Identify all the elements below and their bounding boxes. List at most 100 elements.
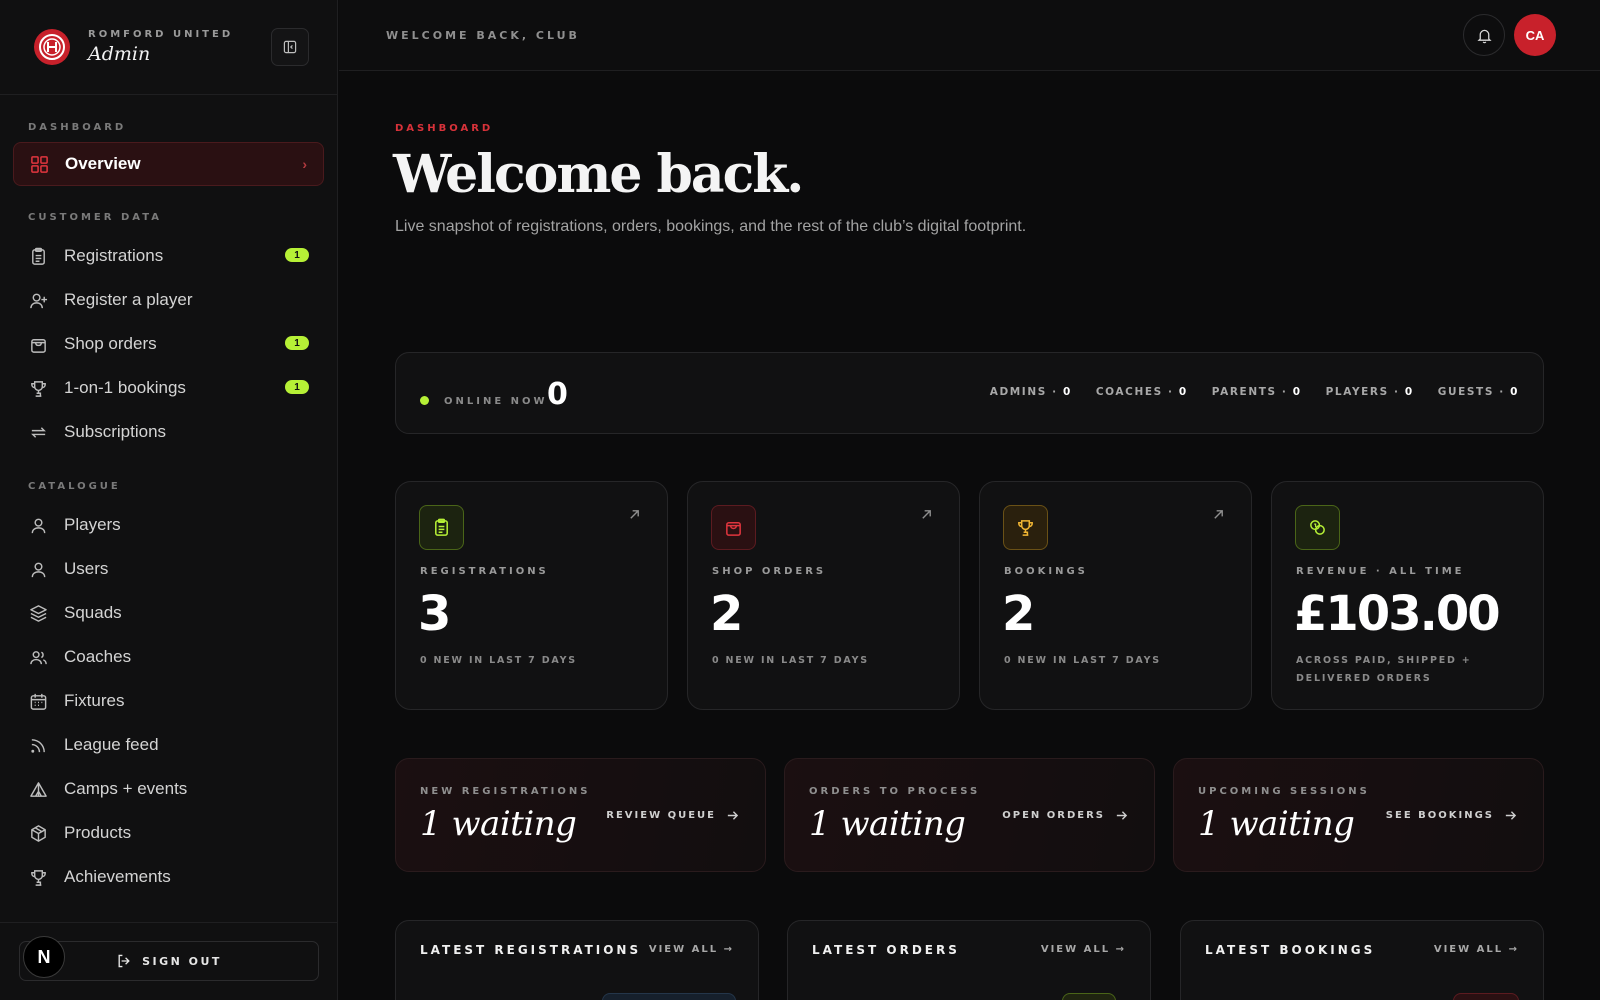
sidebar-item-bookings[interactable]: 1-on-1 bookings 1 [0, 366, 337, 410]
action-label: UPCOMING SESSIONS [1198, 786, 1370, 797]
stat-label: BOOKINGS [1004, 566, 1088, 577]
action-label: NEW REGISTRATIONS [420, 786, 591, 797]
section-label-catalogue: CATALOGUE [28, 481, 121, 492]
status-badge [1453, 993, 1519, 1000]
sidebar-item-label: Products [64, 823, 132, 842]
action-value: 1 waiting [809, 804, 966, 844]
user-icon [28, 515, 48, 535]
view-all-link[interactable]: VIEW ALL → [649, 944, 734, 955]
sign-out-icon [118, 954, 130, 968]
topbar-greeting: WELCOME BACK, CLUB [386, 29, 580, 42]
status-badge [1062, 993, 1116, 1000]
stat-label: SHOP ORDERS [712, 566, 827, 577]
sidebar-item-players[interactable]: Players [0, 503, 337, 547]
stat-value: £103.00 [1294, 586, 1501, 642]
see-bookings-link[interactable]: SEE BOOKINGS [1386, 809, 1517, 822]
n-avatar-badge[interactable]: N [23, 936, 65, 978]
section-label-customer-data: CUSTOMER DATA [28, 212, 162, 223]
sidebar-item-label: 1-on-1 bookings [64, 378, 186, 397]
sidebar-item-users[interactable]: Users [0, 547, 337, 591]
user-avatar[interactable]: CA [1514, 14, 1556, 56]
sidebar-item-squads[interactable]: Squads [0, 591, 337, 635]
club-crest-logo [34, 29, 70, 65]
club-name: ROMFORD UNITED [88, 29, 234, 40]
latest-registrations-card: LATEST REGISTRATIONS VIEW ALL → [395, 920, 759, 1000]
list-title: LATEST BOOKINGS [1205, 943, 1376, 957]
chevron-right-icon: › [302, 156, 307, 172]
arrow-up-right-icon [920, 508, 933, 526]
notifications-button[interactable] [1463, 14, 1505, 56]
stat-card-registrations[interactable]: REGISTRATIONS 3 0 NEW IN LAST 7 DAYS [395, 481, 668, 710]
grid-icon [29, 154, 49, 174]
sidebar-item-league-feed[interactable]: League feed [0, 723, 337, 767]
topbar: WELCOME BACK, CLUB CA [339, 0, 1600, 71]
rss-icon [28, 735, 48, 755]
coins-icon [1295, 505, 1340, 550]
count-badge: 1 [285, 336, 309, 350]
user-plus-icon [28, 290, 48, 310]
sidebar-item-label: League feed [64, 735, 159, 754]
list-title: LATEST REGISTRATIONS [420, 943, 642, 957]
role-count-players: PLAYERS · 0 [1325, 386, 1414, 398]
count-badge: 1 [285, 248, 309, 262]
collapse-sidebar-button[interactable] [271, 28, 309, 66]
brand-title: Admin [88, 43, 151, 65]
action-card-upcoming-sessions[interactable]: UPCOMING SESSIONS 1 waiting SEE BOOKINGS [1173, 758, 1544, 872]
user-icon [28, 559, 48, 579]
role-count-admins: ADMINS · 0 [989, 386, 1072, 398]
sidebar-item-camps-events[interactable]: Camps + events [0, 767, 337, 811]
sidebar-item-label: Overview [65, 154, 141, 173]
latest-orders-card: LATEST ORDERS VIEW ALL → [787, 920, 1151, 1000]
sidebar-item-label: Coaches [64, 647, 132, 666]
sidebar-item-label: Subscriptions [64, 422, 167, 441]
action-label: ORDERS TO PROCESS [809, 786, 981, 797]
trophy-icon [28, 378, 48, 398]
shopping-bag-icon [28, 334, 48, 354]
page-subtitle: Live snapshot of registrations, orders, … [395, 218, 1027, 235]
sidebar-item-products[interactable]: Products [0, 811, 337, 855]
view-all-link[interactable]: VIEW ALL → [1041, 944, 1126, 955]
shopping-bag-icon [711, 505, 756, 550]
stat-subtext: ACROSS PAID, SHIPPED + DELIVERED ORDERS [1296, 655, 1472, 684]
stat-value: 3 [418, 586, 451, 642]
tent-icon [28, 779, 48, 799]
sidebar-item-label: Achievements [64, 867, 171, 886]
layers-icon [28, 603, 48, 623]
action-card-orders-to-process[interactable]: ORDERS TO PROCESS 1 waiting OPEN ORDERS [784, 758, 1155, 872]
sidebar-item-subscriptions[interactable]: Subscriptions [0, 410, 337, 454]
sign-out-label: SIGN OUT [142, 954, 222, 968]
stat-value: 2 [710, 586, 743, 642]
stat-card-bookings[interactable]: BOOKINGS 2 0 NEW IN LAST 7 DAYS [979, 481, 1252, 710]
sidebar-item-shop-orders[interactable]: Shop orders 1 [0, 322, 337, 366]
online-now-card: ONLINE NOW 0 ADMINS · 0 COACHES · 0 PARE… [395, 352, 1544, 434]
arrow-right-icon [727, 811, 739, 820]
role-count-coaches: COACHES · 0 [1095, 386, 1188, 398]
action-card-new-registrations[interactable]: NEW REGISTRATIONS 1 waiting REVIEW QUEUE [395, 758, 766, 872]
sidebar-item-overview[interactable]: Overview › [13, 142, 324, 186]
users-icon [28, 647, 48, 667]
clipboard-icon [419, 505, 464, 550]
sidebar-item-label: Camps + events [64, 779, 188, 798]
stat-label: REVENUE · ALL TIME [1296, 566, 1465, 577]
trophy-icon [1003, 505, 1048, 550]
stat-subtext: 0 NEW IN LAST 7 DAYS [420, 655, 577, 666]
action-value: 1 waiting [1198, 804, 1355, 844]
section-label-dashboard: DASHBOARD [28, 122, 127, 133]
action-value: 1 waiting [420, 804, 577, 844]
sidebar-item-achievements[interactable]: Achievements [0, 855, 337, 899]
sidebar-item-fixtures[interactable]: Fixtures [0, 679, 337, 723]
sidebar-item-coaches[interactable]: Coaches [0, 635, 337, 679]
view-all-link[interactable]: VIEW ALL → [1434, 944, 1519, 955]
sidebar-item-registrations[interactable]: Registrations 1 [0, 234, 337, 278]
sidebar-item-label: Users [64, 559, 109, 578]
stat-value: 2 [1002, 586, 1035, 642]
stat-card-shop-orders[interactable]: SHOP ORDERS 2 0 NEW IN LAST 7 DAYS [687, 481, 960, 710]
sidebar: ROMFORD UNITED Admin DASHBOARD Overview … [0, 0, 338, 1000]
open-orders-link[interactable]: OPEN ORDERS [1002, 809, 1128, 822]
clipboard-icon [28, 246, 48, 266]
online-role-counts: ADMINS · 0 COACHES · 0 PARENTS · 0 PLAYE… [990, 386, 1519, 398]
review-queue-link[interactable]: REVIEW QUEUE [606, 809, 739, 822]
sidebar-item-register-player[interactable]: Register a player [0, 278, 337, 322]
sidebar-item-label: Shop orders [64, 334, 157, 353]
repeat-icon [28, 422, 48, 442]
